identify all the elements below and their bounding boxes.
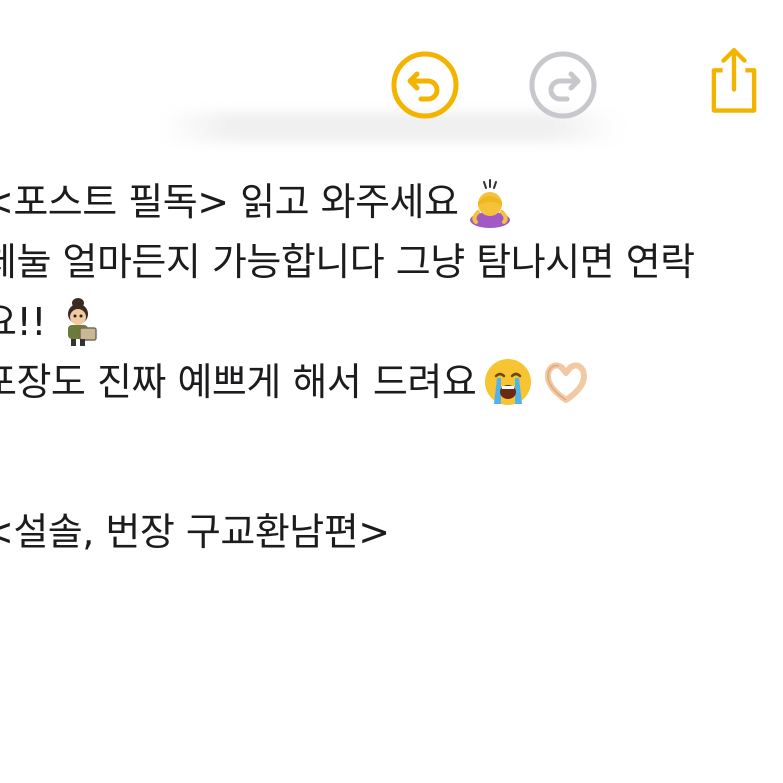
note-toolbar <box>0 0 783 150</box>
note-line <box>0 412 783 502</box>
note-line-text: <포스트 필독> 읽고 와주세요 <box>0 180 459 224</box>
crying-face-emoji <box>482 356 534 408</box>
share-icon[interactable] <box>699 44 769 114</box>
note-line-text: 체눌 얼마든지 가능합니다 그냥 탐나시면 연락 <box>0 240 695 284</box>
note-line: <설솔, 번장 구교환남편> <box>0 502 783 562</box>
child-character-emoji <box>52 296 104 348</box>
note-line: 포장도 진짜 예쁘게 해서 드려요 <box>0 352 783 412</box>
note-line-text: 포장도 진짜 예쁘게 해서 드려요 <box>0 360 477 404</box>
redo-icon[interactable] <box>528 50 598 120</box>
undo-icon[interactable] <box>390 50 460 120</box>
person-bowing-emoji <box>464 176 516 228</box>
note-body[interactable]: <포스트 필독> 읽고 와주세요 체눌 얼마든지 가능합니다 그냥 탐나시면 연… <box>0 172 783 562</box>
note-line: 체눌 얼마든지 가능합니다 그냥 탐나시면 연락 <box>0 232 783 292</box>
note-line: <포스트 필독> 읽고 와주세요 <box>0 172 783 232</box>
note-line: 요!! <box>0 292 783 352</box>
note-line-text: <설솔, 번장 구교환남편> <box>0 510 390 554</box>
heart-hands-emoji <box>540 356 592 408</box>
note-line-text: 요!! <box>0 300 46 344</box>
